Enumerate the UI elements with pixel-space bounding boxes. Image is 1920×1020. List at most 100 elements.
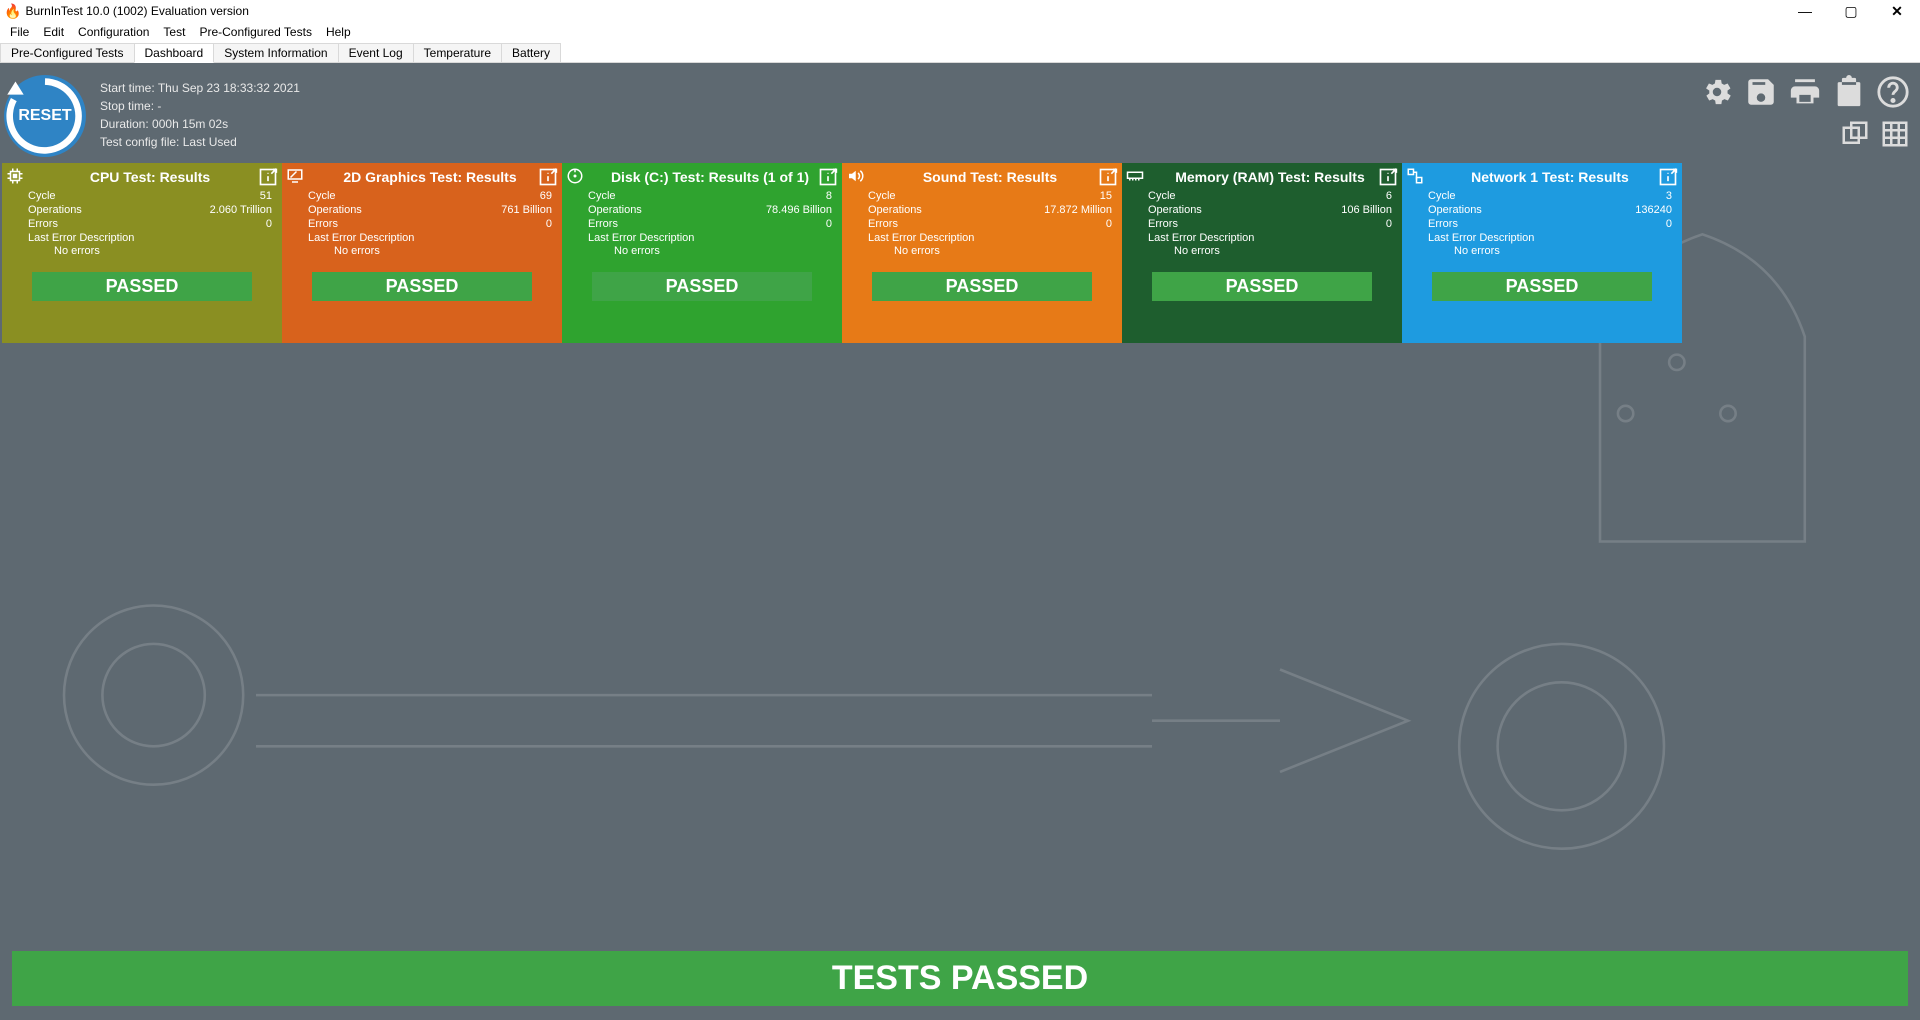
- config-value: Last Used: [183, 135, 237, 149]
- speaker-icon: [846, 167, 864, 185]
- tab-temperature[interactable]: Temperature: [413, 43, 502, 62]
- status-badge: PASSED: [592, 272, 812, 301]
- label-errors: Errors: [308, 217, 338, 231]
- start-time-label: Start time:: [100, 81, 155, 95]
- toolbar: [1700, 75, 1910, 149]
- tab-preconfigured-tests[interactable]: Pre-Configured Tests: [0, 43, 135, 62]
- titlebar: 🔥 BurnInTest 10.0 (1002) Evaluation vers…: [0, 0, 1920, 22]
- network-icon: [1406, 167, 1424, 185]
- label-cycle: Cycle: [1148, 189, 1176, 203]
- clipboard-icon[interactable]: [1832, 75, 1866, 109]
- value-errors: 0: [1666, 217, 1672, 231]
- label-errors: Errors: [28, 217, 58, 231]
- status-badge: PASSED: [312, 272, 532, 301]
- tile-title: 2D Graphics Test: Results: [308, 163, 552, 185]
- value-last-error: No errors: [28, 245, 272, 257]
- value-cycle: 51: [260, 189, 272, 203]
- tile-net[interactable]: Network 1 Test: Results Cycle 3 Operations 1…: [1402, 163, 1682, 343]
- disk-icon: [566, 167, 584, 185]
- reset-button[interactable]: RESET: [4, 75, 86, 157]
- label-errors: Errors: [1148, 217, 1178, 231]
- value-cycle: 3: [1666, 189, 1672, 203]
- run-info: Start time: Thu Sep 23 18:33:32 2021 Sto…: [100, 75, 300, 149]
- tab-battery[interactable]: Battery: [501, 43, 561, 62]
- value-operations: 17.872 Million: [1044, 203, 1112, 217]
- popout-info-icon[interactable]: [818, 167, 838, 187]
- tile-title: Sound Test: Results: [868, 163, 1112, 185]
- label-last-error: Last Error Description: [308, 231, 552, 245]
- label-last-error: Last Error Description: [588, 231, 832, 245]
- value-operations: 761 Billion: [501, 203, 552, 217]
- help-icon[interactable]: [1876, 75, 1910, 109]
- tile-sound[interactable]: Sound Test: Results Cycle 15 Operations 17.8…: [842, 163, 1122, 343]
- tile-title: Network 1 Test: Results: [1428, 163, 1672, 185]
- tab-system-information[interactable]: System Information: [213, 43, 338, 62]
- popout-info-icon[interactable]: [258, 167, 278, 187]
- tiles-container: CPU Test: ResultsCycle51Operations2.060 …: [0, 161, 1920, 345]
- value-errors: 0: [1106, 217, 1112, 231]
- label-last-error: Last Error Description: [868, 231, 1112, 245]
- settings-icon[interactable]: [1700, 75, 1734, 109]
- menu-test[interactable]: Test: [157, 24, 191, 40]
- print-icon[interactable]: [1788, 75, 1822, 109]
- tile-disk[interactable]: Disk (C:) Test: Results (1 of 1)Cycle8Op…: [562, 163, 842, 343]
- value-errors: 0: [826, 217, 832, 231]
- label-errors: Errors: [868, 217, 898, 231]
- tile-2d[interactable]: 2D Graphics Test: Results Cycle 69 Operatio…: [282, 163, 562, 343]
- value-cycle: 15: [1100, 189, 1112, 203]
- value-errors: 0: [266, 217, 272, 231]
- value-last-error: No errors: [868, 245, 1112, 257]
- menu-edit[interactable]: Edit: [37, 24, 70, 40]
- value-errors: 0: [1386, 217, 1392, 231]
- status-badge: PASSED: [32, 272, 252, 301]
- menu-file[interactable]: File: [4, 24, 35, 40]
- save-icon[interactable]: [1744, 75, 1778, 109]
- dashboard: RESET Start time: Thu Sep 23 18:33:32 20…: [0, 63, 1920, 1020]
- value-cycle: 6: [1386, 189, 1392, 203]
- popout-info-icon[interactable]: [538, 167, 558, 187]
- stop-time-label: Stop time:: [100, 99, 154, 113]
- tab-dashboard[interactable]: Dashboard: [134, 43, 215, 63]
- ram-icon: [1126, 167, 1144, 185]
- menu-preconfigured-tests[interactable]: Pre-Configured Tests: [193, 24, 318, 40]
- label-last-error: Last Error Description: [1148, 231, 1392, 245]
- menu-configuration[interactable]: Configuration: [72, 24, 155, 40]
- tile-ram[interactable]: Memory (RAM) Test: ResultsCycle6Operatio…: [1122, 163, 1402, 343]
- popout-info-icon[interactable]: [1658, 167, 1678, 187]
- duration-label: Duration:: [100, 117, 149, 131]
- value-last-error: No errors: [1148, 245, 1392, 257]
- tab-event-log[interactable]: Event Log: [338, 43, 414, 62]
- tile-cpu[interactable]: CPU Test: ResultsCycle51Operations2.060 …: [2, 163, 282, 343]
- start-time-value: Thu Sep 23 18:33:32 2021: [158, 81, 300, 95]
- label-operations: Operations: [868, 203, 922, 217]
- tile-title: Memory (RAM) Test: Results: [1148, 163, 1392, 185]
- tile-title: Disk (C:) Test: Results (1 of 1): [588, 163, 832, 185]
- minimize-button[interactable]: —: [1782, 0, 1828, 22]
- status-badge: PASSED: [1152, 272, 1372, 301]
- label-operations: Operations: [588, 203, 642, 217]
- popout-info-icon[interactable]: [1098, 167, 1118, 187]
- windows-view-icon[interactable]: [1840, 119, 1870, 149]
- value-operations: 136240: [1635, 203, 1672, 217]
- window-title: BurnInTest 10.0 (1002) Evaluation versio…: [25, 4, 1782, 18]
- grid-view-icon[interactable]: [1880, 119, 1910, 149]
- value-last-error: No errors: [1428, 245, 1672, 257]
- label-operations: Operations: [308, 203, 362, 217]
- app-icon: 🔥: [4, 3, 21, 20]
- label-cycle: Cycle: [868, 189, 896, 203]
- stop-time-value: -: [157, 99, 161, 113]
- maximize-button[interactable]: ▢: [1828, 0, 1874, 22]
- value-operations: 78.496 Billion: [766, 203, 832, 217]
- label-cycle: Cycle: [308, 189, 336, 203]
- popout-info-icon[interactable]: [1378, 167, 1398, 187]
- monitor-icon: [286, 167, 304, 185]
- label-cycle: Cycle: [1428, 189, 1456, 203]
- value-last-error: No errors: [308, 245, 552, 257]
- label-operations: Operations: [1428, 203, 1482, 217]
- value-operations: 106 Billion: [1341, 203, 1392, 217]
- menu-help[interactable]: Help: [320, 24, 357, 40]
- value-cycle: 69: [540, 189, 552, 203]
- label-errors: Errors: [1428, 217, 1458, 231]
- close-button[interactable]: ✕: [1874, 0, 1920, 22]
- status-badge: PASSED: [872, 272, 1092, 301]
